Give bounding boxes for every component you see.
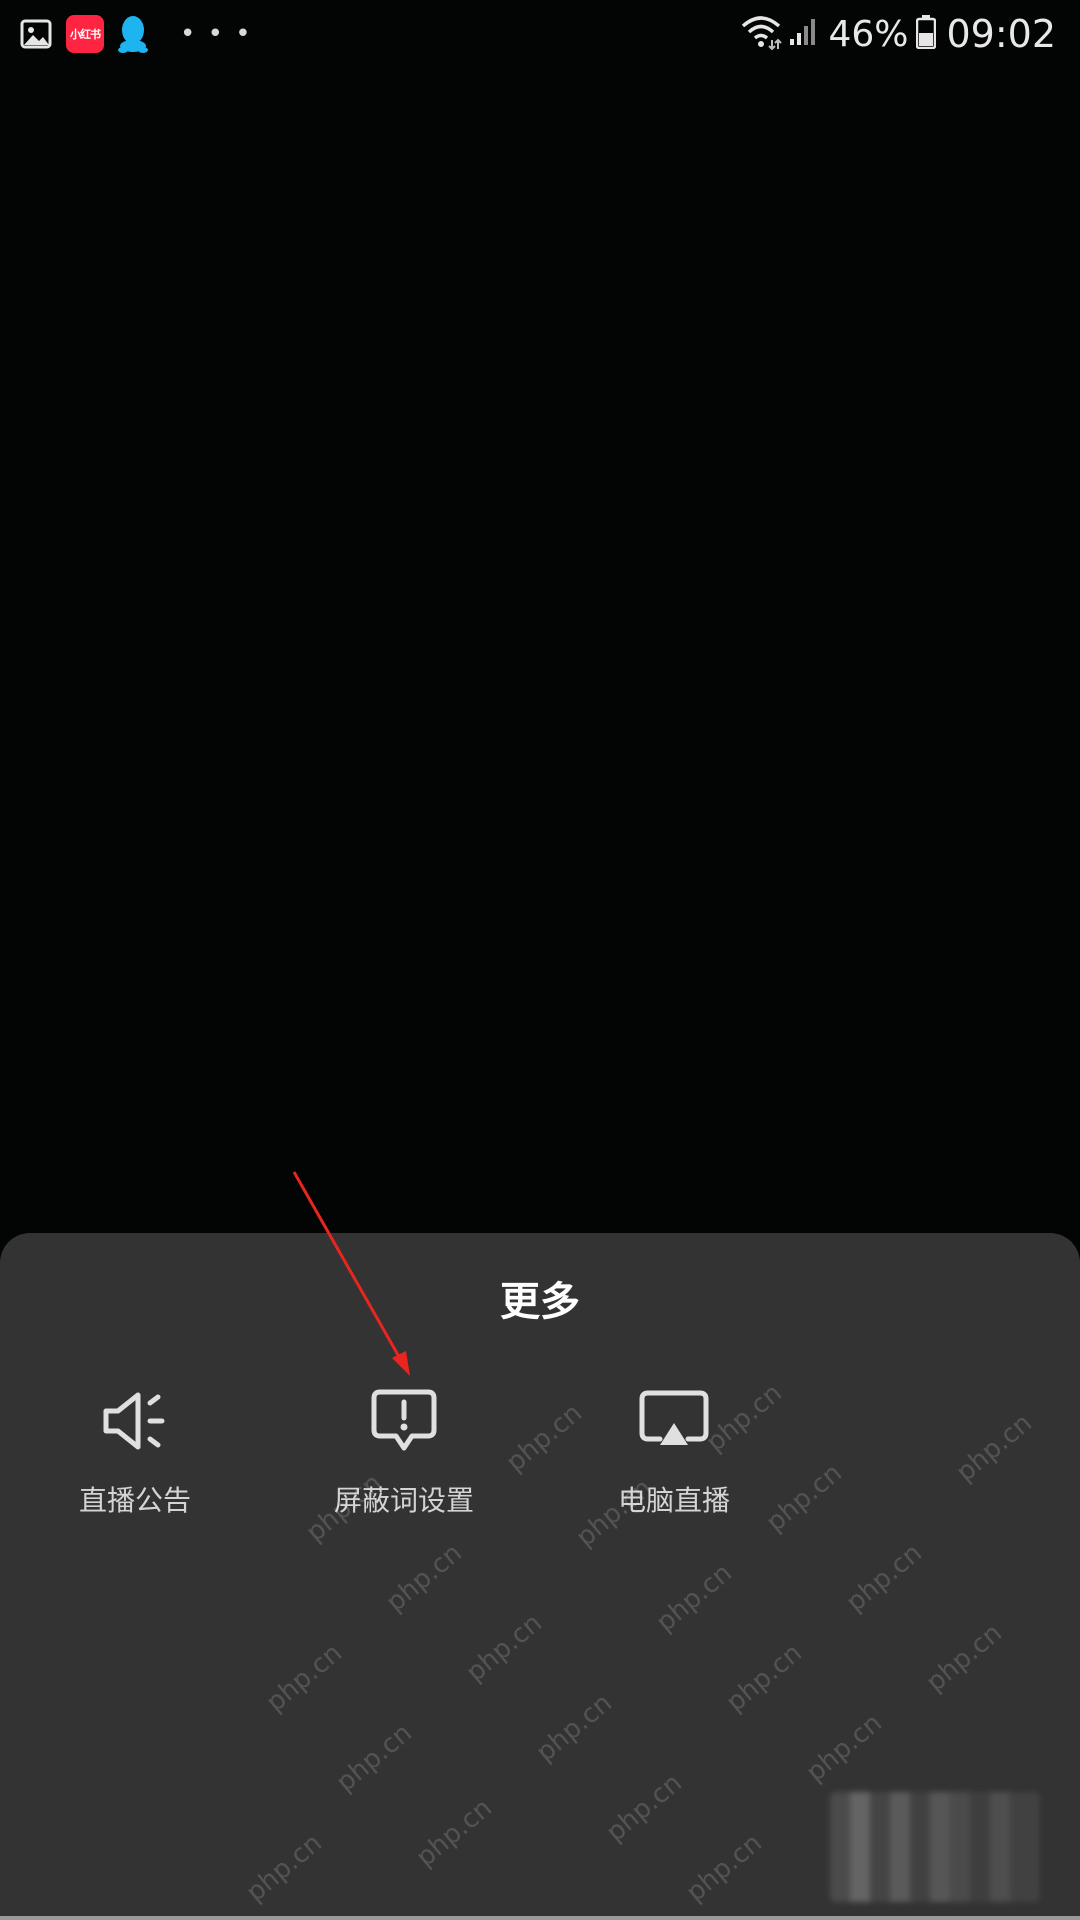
- watermark: php.cn: [720, 1638, 808, 1718]
- navigation-edge: [0, 1916, 1080, 1920]
- watermark: php.cn: [530, 1688, 618, 1768]
- xiaohongshu-app-icon: 小红书: [66, 15, 104, 53]
- signal-icon: [788, 17, 818, 51]
- watermark: php.cn: [260, 1638, 348, 1718]
- pc-live-button[interactable]: 电脑直播: [554, 1385, 794, 1555]
- notification-icons: 小红书 • • •: [20, 14, 253, 54]
- watermark: php.cn: [240, 1828, 328, 1908]
- screen-cast-icon: [638, 1385, 710, 1457]
- watermark: php.cn: [330, 1718, 418, 1798]
- watermark: php.cn: [650, 1558, 738, 1638]
- system-indicators: 46% 09:02: [740, 12, 1056, 56]
- wifi-icon: [740, 14, 783, 54]
- gallery-icon: [20, 19, 52, 49]
- speaker-icon: [99, 1385, 171, 1457]
- clock: 09:02: [946, 12, 1056, 56]
- watermark: php.cn: [600, 1768, 688, 1848]
- watermark: php.cn: [680, 1828, 768, 1908]
- options-row: 直播公告 屏蔽词设置 电脑直播: [0, 1385, 1080, 1555]
- qq-penguin-icon: [118, 14, 148, 54]
- blocked-words-settings-button[interactable]: 屏蔽词设置: [284, 1385, 524, 1555]
- watermark: php.cn: [410, 1793, 498, 1873]
- sheet-title: 更多: [500, 1279, 580, 1325]
- more-notifications-icon: • • •: [180, 19, 253, 49]
- live-announcement-label: 直播公告: [78, 1484, 191, 1517]
- watermark: php.cn: [800, 1708, 888, 1788]
- battery-percent: 46%: [828, 13, 909, 55]
- watermark-layer: php.cn php.cn php.cn php.cn php.cn php.c…: [0, 1233, 1080, 1920]
- more-bottom-sheet: 更多 直播公告 屏蔽词设置 电脑直播 php.cn php.cn php.cn …: [0, 1233, 1080, 1920]
- blocked-words-settings-label: 屏蔽词设置: [333, 1484, 474, 1517]
- watermark: php.cn: [920, 1618, 1008, 1698]
- blurred-watermark-logo: [830, 1792, 1040, 1902]
- live-announcement-button[interactable]: 直播公告: [15, 1385, 255, 1555]
- status-bar: 小红书 • • • 46% 09:02: [0, 0, 1080, 68]
- battery-icon: [916, 15, 937, 53]
- alert-bubble-icon: [368, 1385, 440, 1457]
- pc-live-label: 电脑直播: [617, 1484, 730, 1517]
- screen: 小红书 • • • 46% 09:02 更多 直播公告 屏蔽词设置 电脑直播 p…: [0, 0, 1080, 1920]
- watermark: php.cn: [460, 1608, 548, 1688]
